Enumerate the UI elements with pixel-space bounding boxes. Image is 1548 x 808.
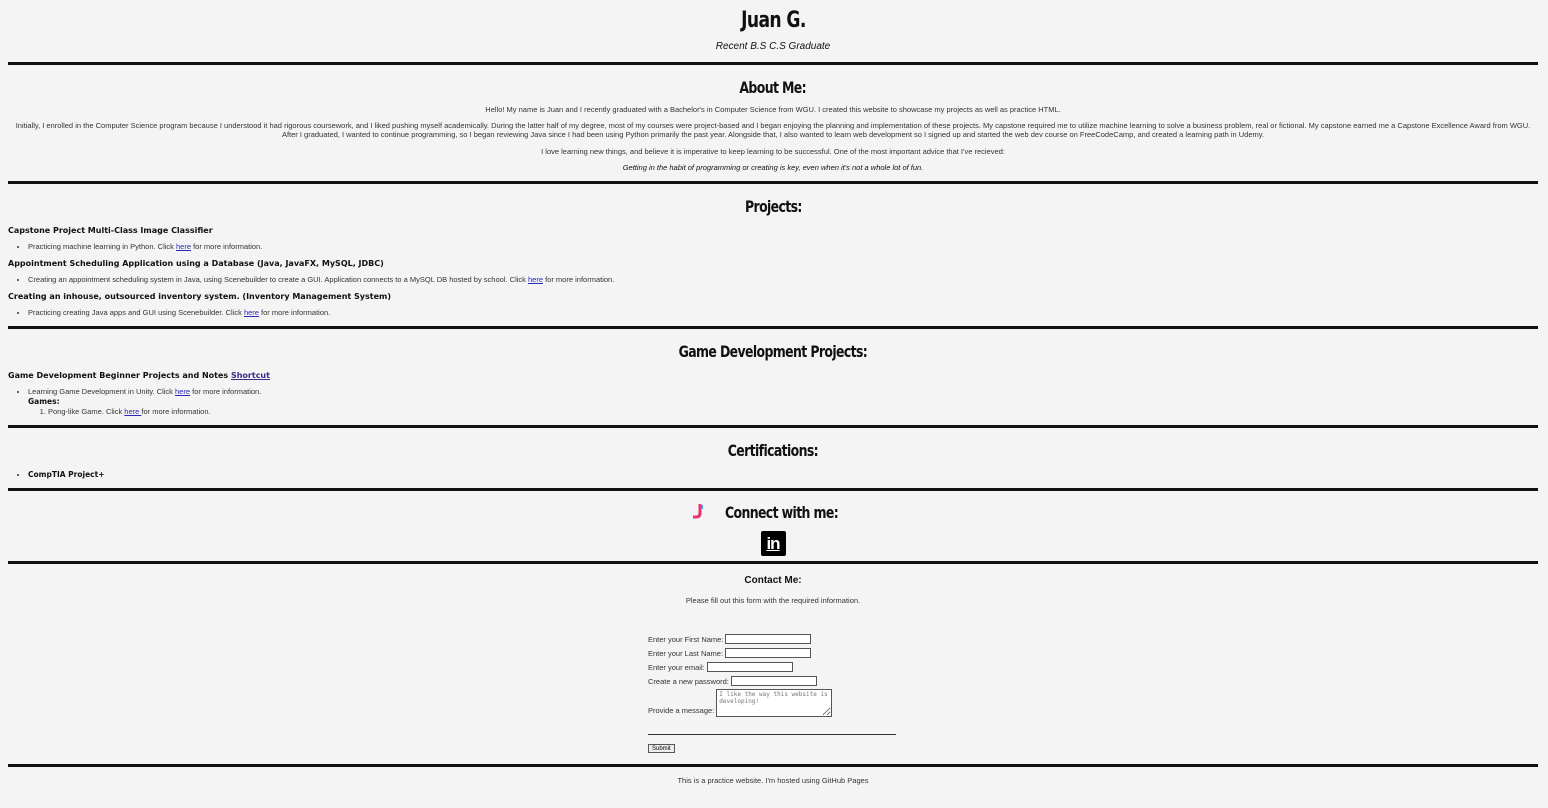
message-row: Provide a message: <box>648 689 898 717</box>
subtitle: Recent B.S C.S Graduate <box>715 41 831 52</box>
about-intro: Hello! My name is Juan and I recently gr… <box>485 105 1061 114</box>
project-link[interactable]: here <box>176 242 191 251</box>
games-label: Games: <box>28 397 60 406</box>
about-heading: About Me: <box>739 78 807 97</box>
list-item: Learning Game Development in Unity. Clic… <box>28 387 1538 417</box>
gamedev-heading: Game Development Projects: <box>678 342 868 361</box>
gamedev-list: Learning Game Development in Unity. Clic… <box>8 387 1538 417</box>
footer-text: This is a practice website. I'm hosted u… <box>677 776 869 785</box>
contact-form: Enter your First Name: Enter your Last N… <box>648 632 898 755</box>
project-list: Practicing creating Java apps and GUI us… <box>8 308 1538 318</box>
shortcut-link[interactable]: Shortcut <box>231 371 270 380</box>
list-item: Creating an appointment scheduling syste… <box>28 275 1538 285</box>
gamedev-link[interactable]: here <box>175 387 190 396</box>
contact-section: Contact Me: Please fill out this form wi… <box>8 564 1538 605</box>
list-item: Pong-like Game. Click here for more info… <box>48 407 1538 417</box>
wave-hand-icon <box>691 503 705 525</box>
about-paragraph-2: After I graduated, I wanted to continue … <box>281 130 1265 139</box>
list-item: Practicing machine learning in Python. C… <box>28 242 1538 252</box>
project-list: Creating an appointment scheduling syste… <box>8 275 1538 285</box>
password-row: Create a new password: <box>648 674 898 688</box>
gamedev-section: Game Development Projects: Game Developm… <box>8 329 1538 425</box>
list-item: Practicing creating Java apps and GUI us… <box>28 308 1538 318</box>
contact-heading: Contact Me: <box>744 575 802 586</box>
connect-section: Connect with me: in <box>8 491 1538 561</box>
projects-heading: Projects: <box>744 197 802 216</box>
about-advice: I love learning new things, and believe … <box>541 147 1005 156</box>
page: Juan G. Recent B.S C.S Graduate About Me… <box>8 0 1538 785</box>
about-quote: Getting in the habit of programming or c… <box>622 163 924 172</box>
games-list: Pong-like Game. Click here for more info… <box>28 407 1538 417</box>
certs-heading: Certifications: <box>727 441 819 460</box>
project-list: Practicing machine learning in Python. C… <box>8 242 1538 252</box>
project-title: Appointment Scheduling Application using… <box>8 259 384 268</box>
project-link[interactable]: here <box>244 308 259 317</box>
project-title: Creating an inhouse, outsourced inventor… <box>8 292 391 301</box>
certs-list: CompTIA Project+ <box>8 470 1538 480</box>
header: Juan G. Recent B.S C.S Graduate <box>8 0 1538 52</box>
email-row: Enter your email: <box>648 660 898 674</box>
password-field[interactable] <box>730 676 817 686</box>
last-name-field[interactable] <box>725 648 812 658</box>
gamedev-title: Game Development Beginner Projects and N… <box>8 371 270 380</box>
first-name-row: Enter your First Name: <box>648 632 898 646</box>
message-field[interactable] <box>716 689 833 717</box>
connect-heading: Connect with me: <box>8 503 1538 525</box>
first-name-field[interactable] <box>725 634 812 644</box>
certs-section: Certifications: CompTIA Project+ <box>8 428 1538 488</box>
contact-instructions: Please fill out this form with the requi… <box>685 596 861 605</box>
page-title: Juan G. <box>740 8 806 33</box>
projects-section: Projects: Capstone Project Multi-Class I… <box>8 184 1538 326</box>
form-divider <box>648 734 896 735</box>
submit-button[interactable]: Submit <box>648 744 675 753</box>
last-name-row: Enter your Last Name: <box>648 646 898 660</box>
project-title: Capstone Project Multi-Class Image Class… <box>8 226 213 235</box>
divider <box>8 764 1538 767</box>
game-link[interactable]: here <box>124 407 141 416</box>
about-section: About Me: Hello! My name is Juan and I r… <box>8 65 1538 181</box>
list-item: CompTIA Project+ <box>28 470 1538 480</box>
project-link[interactable]: here <box>528 275 543 284</box>
linkedin-icon[interactable]: in <box>760 531 786 556</box>
about-paragraph: Initially, I enrolled in the Computer Sc… <box>15 121 1531 130</box>
email-field[interactable] <box>706 662 793 672</box>
